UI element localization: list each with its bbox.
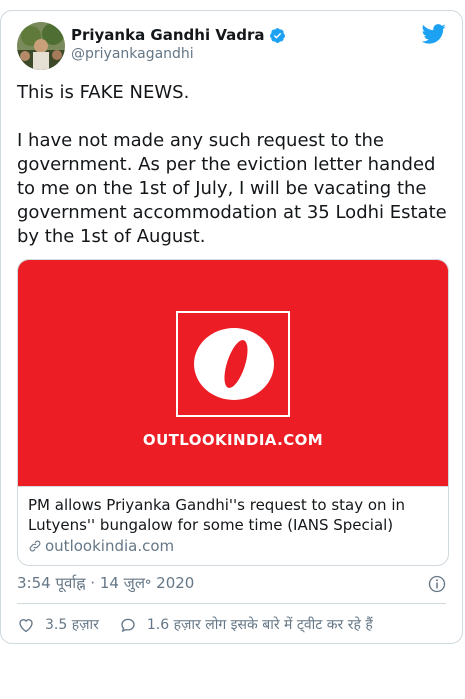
reply-count-text: 1.6 हज़ार लोग इसके बारे में ट्वीट कर रहे…: [146, 617, 373, 633]
info-icon[interactable]: [428, 575, 446, 593]
author-name[interactable]: Priyanka Gandhi Vadra: [71, 26, 265, 44]
verified-badge-icon: [269, 27, 285, 43]
avatar[interactable]: [17, 22, 65, 70]
author-handle[interactable]: @priyankagandhi: [71, 46, 194, 62]
avatar-image: [17, 22, 65, 70]
link-preview-card[interactable]: OUTLOOKINDIA.COM PM allows Priyanka Gand…: [17, 259, 449, 566]
reply-action[interactable]: 1.6 हज़ार लोग इसके बारे में ट्वीट कर रहे…: [119, 615, 373, 634]
link-domain-text: outlookindia.com: [45, 537, 175, 555]
divider: [17, 603, 446, 604]
tweet-actions: 3.5 हज़ार 1.6 हज़ार लोग इसके बारे में ट्…: [17, 615, 373, 634]
link-icon: [29, 540, 41, 552]
link-preview-body[interactable]: PM allows Priyanka Gandhi''s request to …: [18, 486, 448, 565]
author-row: Priyanka Gandhi Vadra: [71, 26, 286, 44]
outlook-o-logo-icon: [194, 328, 274, 400]
heart-icon[interactable]: [17, 616, 35, 634]
link-title[interactable]: PM allows Priyanka Gandhi''s request to …: [28, 495, 438, 535]
link-preview-image[interactable]: OUTLOOKINDIA.COM: [18, 260, 448, 486]
outlook-logo-box: [176, 311, 290, 417]
like-count: 3.5 हज़ार: [45, 617, 99, 633]
like-action[interactable]: 3.5 हज़ार: [17, 615, 99, 634]
tweet-text: This is FAKE NEWS. I have not made any s…: [17, 82, 447, 247]
twitter-bird-icon[interactable]: [422, 24, 446, 44]
tweet-card: Priyanka Gandhi Vadra @priyankagandhi Th…: [0, 10, 463, 644]
reply-icon[interactable]: [119, 616, 137, 634]
link-domain[interactable]: outlookindia.com: [28, 537, 438, 555]
tweet-timestamp[interactable]: 3:54 पूर्वाह्न · 14 जुल॰ 2020: [17, 573, 194, 593]
outlook-logo-text: OUTLOOKINDIA.COM: [142, 431, 324, 449]
